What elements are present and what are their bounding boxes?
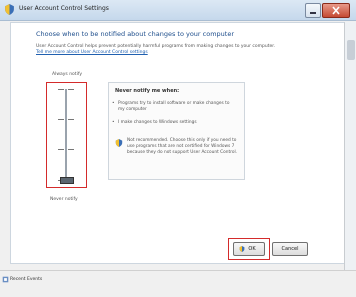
ok-label: OK bbox=[248, 246, 256, 252]
bullet-dot-icon: • bbox=[112, 101, 115, 106]
bullet-text: I make changes to Windows settings bbox=[118, 120, 197, 125]
close-icon bbox=[332, 6, 340, 15]
uac-window: User Account Control Settings Choose whe… bbox=[0, 0, 356, 297]
bullet-text: Programs try to install software or make… bbox=[118, 101, 230, 112]
title-bar: User Account Control Settings bbox=[0, 0, 356, 21]
info-panel: Never notify me when: • Programs try to … bbox=[108, 82, 245, 180]
info-title: Never notify me when: bbox=[115, 88, 180, 94]
minimize-icon bbox=[310, 12, 316, 14]
event-icon bbox=[2, 276, 9, 283]
learn-more-link[interactable]: Tell me more about User Account Control … bbox=[36, 50, 148, 55]
slider-track[interactable] bbox=[65, 89, 67, 181]
info-bullet: • Programs try to install software or ma… bbox=[112, 101, 236, 113]
slider-top-label: Always notify bbox=[52, 72, 82, 77]
slider-bottom-label: Never notify bbox=[50, 197, 78, 202]
shield-icon bbox=[5, 4, 14, 15]
description-text: User Account Control helps prevent poten… bbox=[36, 44, 276, 49]
minimize-button[interactable] bbox=[305, 3, 321, 18]
bullet-dot-icon: • bbox=[112, 120, 115, 125]
slider-thumb[interactable] bbox=[60, 177, 74, 184]
slider-tick bbox=[58, 149, 64, 150]
scrollbar-thumb[interactable] bbox=[347, 40, 355, 60]
cancel-label: Cancel bbox=[281, 246, 299, 252]
warning-shield-icon bbox=[115, 139, 123, 147]
taskbar-item-label: Recent Events bbox=[10, 277, 43, 282]
slider-tick bbox=[68, 119, 74, 120]
slider-tick bbox=[68, 89, 74, 90]
recommendation-text: Not recommended. Choose this only if you… bbox=[127, 138, 238, 155]
page-heading: Choose when to be notified about changes… bbox=[36, 30, 235, 38]
slider-tick bbox=[58, 89, 64, 90]
close-button[interactable] bbox=[322, 3, 350, 18]
window-title: User Account Control Settings bbox=[19, 5, 109, 12]
info-bullet: • I make changes to Windows settings bbox=[112, 120, 236, 126]
cancel-button[interactable]: Cancel bbox=[272, 242, 308, 256]
slider-tick bbox=[58, 119, 64, 120]
slider-tick bbox=[68, 149, 74, 150]
shield-icon bbox=[239, 246, 245, 252]
description: User Account Control helps prevent poten… bbox=[36, 44, 326, 56]
taskbar-item[interactable]: Recent Events bbox=[2, 276, 43, 283]
taskbar: Recent Events bbox=[0, 270, 356, 297]
scrollbar[interactable] bbox=[344, 22, 356, 270]
notification-slider[interactable] bbox=[46, 82, 87, 188]
ok-button[interactable]: OK bbox=[233, 242, 265, 256]
